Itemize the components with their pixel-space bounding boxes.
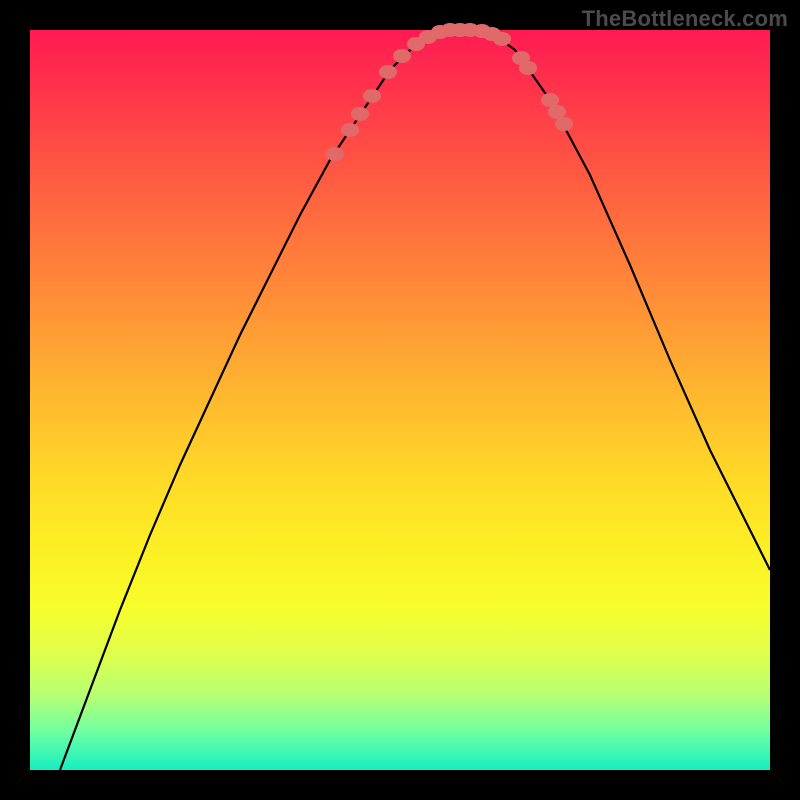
plot-svg [30, 30, 770, 770]
curve-marker [341, 123, 359, 137]
bottleneck-curve [60, 30, 770, 770]
marker-group [326, 23, 573, 161]
curve-marker [326, 147, 344, 161]
curve-marker [379, 65, 397, 79]
curve-marker [541, 93, 559, 107]
curve-marker [363, 89, 381, 103]
curve-marker [393, 49, 411, 63]
curve-marker [555, 117, 573, 131]
curve-marker [548, 105, 566, 119]
curve-marker [351, 107, 369, 121]
watermark-text: TheBottleneck.com [582, 6, 788, 32]
curve-marker [493, 32, 511, 46]
curve-marker [519, 61, 537, 75]
